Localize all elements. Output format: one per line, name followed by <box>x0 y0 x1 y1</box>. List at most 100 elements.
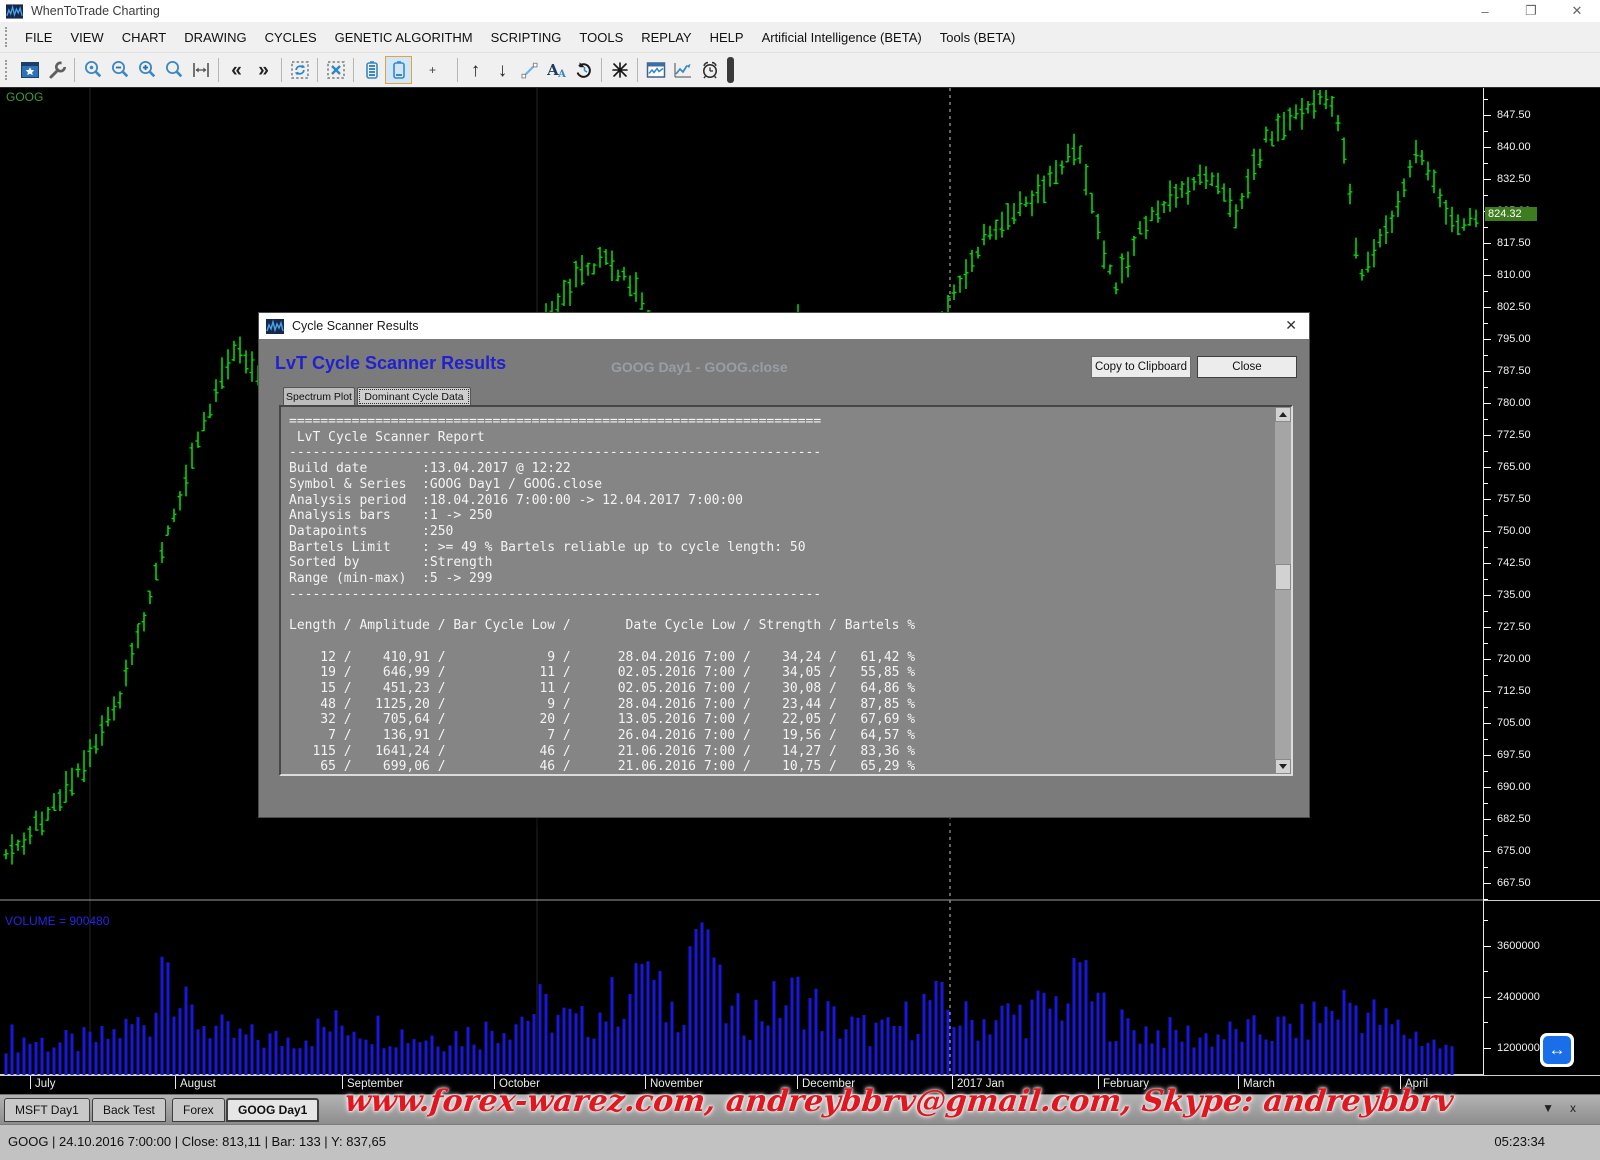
scanner-report-text: ========================================… <box>289 414 915 775</box>
indicator-panel-icon[interactable] <box>642 56 669 84</box>
price-tick-label: 675.00 <box>1497 845 1531 857</box>
month-tick <box>342 1076 343 1089</box>
price-tick-label: 780.00 <box>1497 397 1531 409</box>
move-down-icon[interactable]: ↓ <box>489 56 516 84</box>
scroll-right-icon[interactable]: » <box>250 56 277 84</box>
watermark-text: www.forex-warez.com, andreybbrv@gmail.co… <box>343 1084 1455 1119</box>
minimize-button[interactable]: – <box>1462 0 1508 22</box>
price-tick-label: 742.50 <box>1497 557 1531 569</box>
scroll-left-icon[interactable]: « <box>223 56 250 84</box>
toolbar-separator <box>353 58 354 82</box>
dialog-logo-icon <box>266 319 284 334</box>
price-minor-tick <box>1484 355 1488 356</box>
price-tick <box>1484 883 1491 884</box>
chart-tab-back-test[interactable]: Back Test <box>92 1098 166 1122</box>
report-scrollbar[interactable] <box>1275 407 1291 774</box>
price-minor-tick <box>1484 611 1488 612</box>
toolbar-drag-handle[interactable] <box>5 60 10 80</box>
menu-item-view[interactable]: VIEW <box>61 26 112 49</box>
move-up-icon[interactable]: ↑ <box>462 56 489 84</box>
zoom-in-icon[interactable] <box>133 56 160 84</box>
menu-item-scripting[interactable]: SCRIPTING <box>482 26 571 49</box>
price-tick-label: 832.50 <box>1497 173 1531 185</box>
price-tick-label: 772.50 <box>1497 429 1531 441</box>
price-minor-tick <box>1484 99 1488 100</box>
scroll-up-icon[interactable] <box>1275 407 1291 422</box>
restore-button[interactable]: ❐ <box>1508 0 1554 22</box>
menu-item-chart[interactable]: CHART <box>113 26 176 49</box>
menu-item-genetic-algorithm[interactable]: GENETIC ALGORITHM <box>326 26 482 49</box>
price-tick <box>1484 531 1491 532</box>
price-tick <box>1484 755 1491 756</box>
status-readout: GOOG | 24.10.2016 7:00:00 | Close: 813,1… <box>8 1134 386 1149</box>
dialog-close-icon[interactable]: ✕ <box>1285 317 1297 334</box>
chart-tab-goog-day1[interactable]: GOOG Day1 <box>226 1098 319 1122</box>
toolbar-separator <box>218 58 219 82</box>
alerts-clock-icon[interactable] <box>696 56 723 84</box>
toolbar-grip[interactable] <box>727 57 734 83</box>
tab-dominant-cycle-data[interactable]: Dominant Cycle Data <box>357 387 471 406</box>
close-button[interactable]: ✕ <box>1554 0 1600 22</box>
menu-item-file[interactable]: FILE <box>16 26 61 49</box>
properties-wrench-icon[interactable] <box>43 56 70 84</box>
chart-window-icon[interactable] <box>16 56 43 84</box>
zoom-tool-icon[interactable] <box>160 56 187 84</box>
trendline-icon[interactable] <box>516 56 543 84</box>
chart-tab-forex[interactable]: Forex <box>172 1098 225 1122</box>
bar-spacing-icon[interactable] <box>187 56 214 84</box>
tab-dropdown-icon[interactable]: ▼ <box>1542 1101 1554 1115</box>
price-tick-label: 787.50 <box>1497 365 1531 377</box>
toolbar-separator <box>281 58 282 82</box>
dialog-title-bar[interactable]: Cycle Scanner Results ✕ <box>259 313 1309 339</box>
status-bar: GOOG | 24.10.2016 7:00:00 | Close: 813,1… <box>0 1124 1600 1160</box>
volume-tick <box>1484 946 1491 947</box>
undo-history-icon[interactable] <box>570 56 597 84</box>
compress-bars-icon[interactable] <box>358 56 385 84</box>
dialog-title: Cycle Scanner Results <box>292 319 418 333</box>
menu-item-replay[interactable]: REPLAY <box>632 26 700 49</box>
menu-item-tools-beta[interactable]: Tools (BETA) <box>931 26 1025 49</box>
remote-control-badge[interactable]: ↔ <box>1540 1033 1574 1067</box>
tab-spectrum-plot[interactable]: Spectrum Plot <box>283 387 355 406</box>
menu-item-help[interactable]: HELP <box>701 26 753 49</box>
price-tick <box>1484 115 1491 116</box>
title-bar[interactable]: WhenToTrade Charting –❐✕ <box>0 0 1600 22</box>
price-minor-tick <box>1484 515 1488 516</box>
cycle-scanner-dialog: Cycle Scanner Results ✕ LvT Cycle Scanne… <box>258 312 1310 818</box>
price-tick <box>1484 307 1491 308</box>
price-minor-tick <box>1484 323 1488 324</box>
axis-pane-separator <box>1484 900 1600 901</box>
menu-item-tools[interactable]: TOOLS <box>570 26 632 49</box>
selection-delete-icon[interactable] <box>322 56 349 84</box>
price-tick-label: 795.00 <box>1497 333 1531 345</box>
menubar-drag-handle[interactable] <box>5 27 10 47</box>
price-tick-label: 847.50 <box>1497 109 1531 121</box>
expand-bars-icon[interactable] <box>385 56 412 84</box>
close-button[interactable]: Close <box>1197 356 1297 378</box>
text-tool-icon[interactable]: AA <box>543 56 570 84</box>
selection-refresh-icon[interactable] <box>286 56 313 84</box>
add-icon[interactable]: + <box>419 56 446 84</box>
tab-close-icon[interactable]: x <box>1570 1101 1576 1115</box>
copy-to-clipboard-button[interactable]: Copy to Clipboard <box>1091 356 1191 378</box>
trend-chart-icon[interactable] <box>669 56 696 84</box>
cycles-burst-icon[interactable] <box>606 56 633 84</box>
menu-item-cycles[interactable]: CYCLES <box>256 26 326 49</box>
volume-tick <box>1484 1048 1491 1049</box>
zoom-range-icon[interactable] <box>79 56 106 84</box>
zoom-out-icon[interactable] <box>106 56 133 84</box>
price-tick <box>1484 787 1491 788</box>
menu-item-drawing[interactable]: DRAWING <box>175 26 255 49</box>
toolbar: «» + ↑↓ AA <box>0 53 1600 88</box>
scroll-down-icon[interactable] <box>1275 759 1291 774</box>
chart-tab-msft-day1[interactable]: MSFT Day1 <box>4 1098 90 1122</box>
price-tick-label: 817.50 <box>1497 237 1531 249</box>
scrollbar-thumb[interactable] <box>1275 564 1291 590</box>
price-tick <box>1484 563 1491 564</box>
menu-item-artificial-intelligence-beta[interactable]: Artificial Intelligence (BETA) <box>753 26 931 49</box>
symbol-label: GOOG <box>6 90 43 104</box>
price-axis[interactable]: 847.50840.00832.50825.00817.50810.00802.… <box>1483 88 1600 1075</box>
price-tick <box>1484 723 1491 724</box>
volume-tick-label: 2400000 <box>1497 991 1540 1003</box>
price-tick-label: 765.00 <box>1497 461 1531 473</box>
